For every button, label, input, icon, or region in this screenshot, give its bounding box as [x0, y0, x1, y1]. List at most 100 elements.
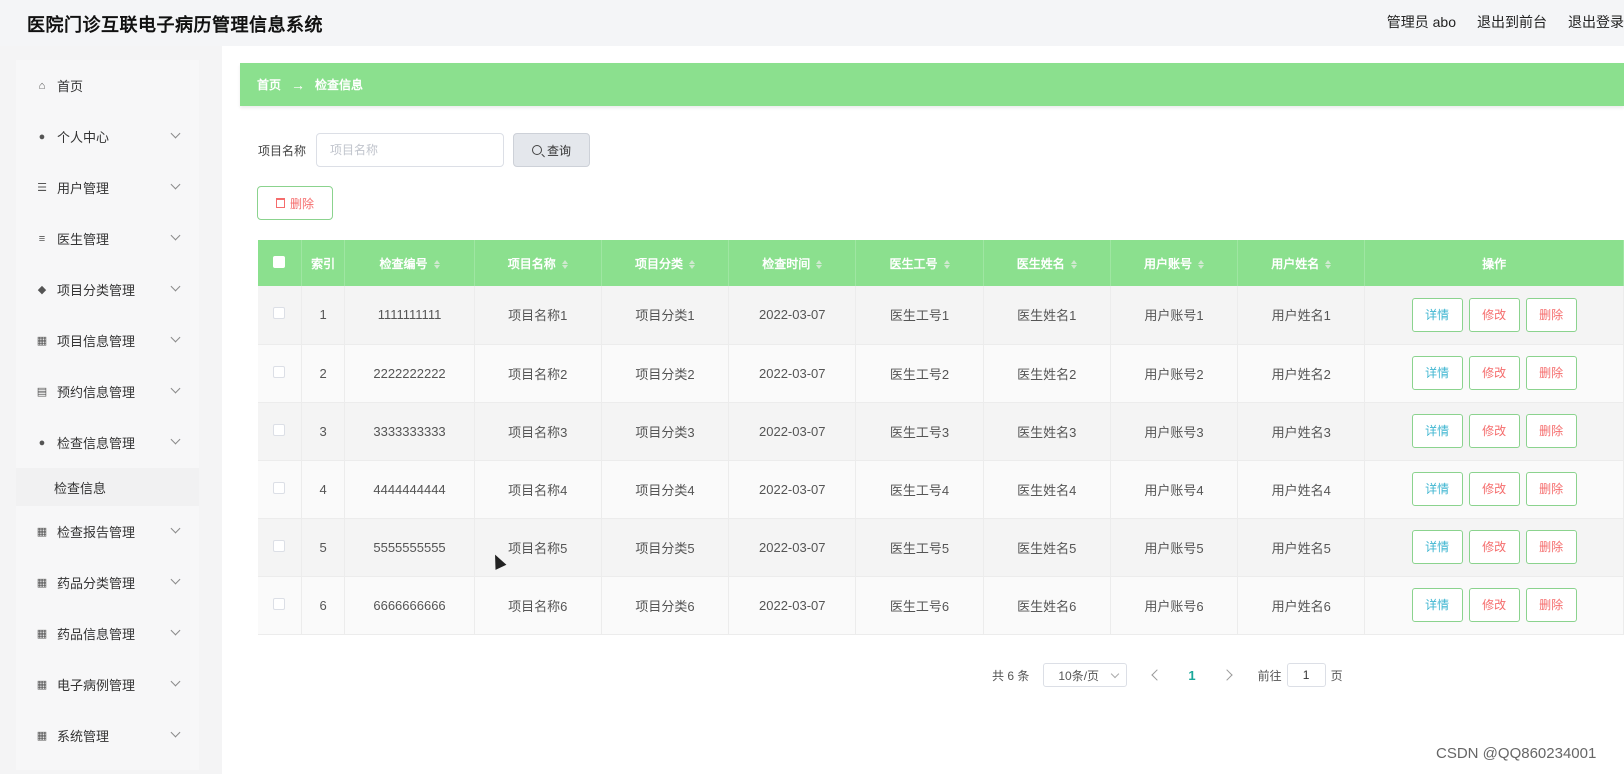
column-header[interactable]: 检查编号 [344, 240, 475, 286]
batch-delete-button[interactable]: 删除 [257, 186, 333, 220]
delete-button[interactable]: 删除 [1525, 588, 1577, 622]
row-checkbox[interactable] [273, 481, 286, 494]
delete-button[interactable]: 删除 [1525, 414, 1577, 448]
row-select-cell[interactable] [258, 402, 302, 461]
sidebar-item[interactable]: ● 检查信息管理 [16, 417, 199, 468]
table-cell: 5 [301, 518, 346, 577]
detail-button[interactable]: 详情 [1411, 414, 1463, 448]
sort-icon[interactable] [943, 259, 950, 269]
column-header[interactable]: 用户姓名 [1237, 240, 1366, 286]
column-header[interactable]: 用户账号 [1110, 240, 1239, 286]
goto-page-input[interactable] [1286, 663, 1326, 687]
table-cell: 用户账号6 [1110, 576, 1239, 635]
detail-button[interactable]: 详情 [1411, 588, 1463, 622]
row-checkbox[interactable] [273, 597, 286, 610]
row-checkbox[interactable] [273, 539, 286, 552]
row-checkbox[interactable] [273, 307, 286, 320]
breadcrumb-current: 检查信息 [315, 78, 364, 92]
row-select-cell[interactable] [258, 344, 302, 403]
sidebar-subitem[interactable]: 检查信息 [16, 468, 199, 506]
detail-button[interactable]: 详情 [1411, 472, 1463, 506]
sidebar-item[interactable]: ▦ 药品分类管理 [16, 557, 199, 608]
sort-icon[interactable] [1325, 259, 1332, 269]
column-header[interactable]: 医生姓名 [983, 240, 1111, 286]
sidebar-item[interactable]: ▦ 检查报告管理 [16, 506, 199, 557]
breadcrumb: 首页 → 检查信息 [240, 63, 1624, 106]
search-button[interactable]: 查询 [513, 133, 590, 167]
sidebar-item[interactable]: ☰ 用户管理 [16, 162, 199, 213]
breadcrumb-home[interactable]: 首页 [257, 76, 281, 93]
table-cell: 医生工号2 [855, 344, 984, 403]
table-cell: 用户账号1 [1110, 286, 1239, 345]
select-all-checkbox[interactable] [273, 255, 286, 268]
sort-icon[interactable] [689, 259, 696, 269]
next-page-icon[interactable] [1220, 669, 1233, 681]
column-header[interactable]: 医生工号 [855, 240, 984, 286]
sort-icon[interactable] [816, 259, 823, 269]
grid-icon: ▦ [36, 679, 48, 691]
row-select-cell[interactable] [258, 286, 302, 345]
column-header-label: 项目名称 [507, 256, 556, 271]
delete-button[interactable]: 删除 [1525, 356, 1577, 390]
page-size-select[interactable]: 10条/页 [1043, 663, 1128, 687]
back-to-front-link[interactable]: 退出到前台 [1477, 12, 1547, 32]
current-page[interactable]: 1 [1188, 668, 1195, 683]
row-checkbox[interactable] [273, 423, 286, 436]
table-cell: 医生工号4 [855, 460, 984, 519]
edit-button[interactable]: 修改 [1468, 530, 1520, 564]
sidebar-item-label: 项目信息管理 [57, 334, 136, 349]
table-row: 4 4444444444 项目名称4 项目分类4 2022-03-07 医生工号4 医生姓名… [258, 460, 1624, 519]
detail-button[interactable]: 详情 [1411, 297, 1463, 332]
chevron-down-icon [170, 230, 181, 241]
delete-button[interactable]: 删除 [1525, 297, 1577, 332]
sidebar-item[interactable]: ▦ 系统管理 [16, 710, 199, 761]
sidebar-item[interactable]: ≡ 医生管理 [16, 213, 199, 264]
table-cell: 医生工号3 [855, 402, 984, 461]
table-cell: 5555555555 [344, 518, 475, 577]
sidebar-item[interactable]: ▦ 电子病例管理 [16, 659, 199, 710]
column-header[interactable]: 项目分类 [601, 240, 730, 286]
table-cell: 医生姓名1 [983, 286, 1111, 345]
sort-icon[interactable] [433, 259, 440, 269]
table-cell: 医生工号5 [855, 518, 984, 577]
sidebar-item-label: 医生管理 [57, 232, 110, 247]
sidebar-item[interactable]: ◆ 项目分类管理 [16, 264, 199, 315]
table-cell: 2022-03-07 [728, 576, 857, 635]
edit-button[interactable]: 修改 [1468, 356, 1520, 390]
edit-button[interactable]: 修改 [1468, 472, 1520, 506]
sidebar-item[interactable]: ● 个人中心 [16, 111, 199, 162]
column-header[interactable]: 项目名称 [474, 240, 602, 286]
sidebar-item-label: 药品信息管理 [57, 627, 136, 642]
search-input[interactable] [316, 133, 504, 167]
sidebar-item-label: 系统管理 [57, 729, 110, 744]
prev-page-icon[interactable] [1151, 669, 1164, 681]
row-select-cell[interactable] [258, 518, 302, 577]
detail-button[interactable]: 详情 [1411, 530, 1463, 564]
delete-button[interactable]: 删除 [1525, 472, 1577, 506]
sidebar-item[interactable]: ▦ 项目信息管理 [16, 315, 199, 366]
row-checkbox[interactable] [273, 365, 286, 378]
sidebar-item[interactable]: ⌂ 首页 [16, 60, 199, 111]
detail-button[interactable]: 详情 [1411, 356, 1463, 390]
row-select-cell[interactable] [258, 460, 302, 519]
select-all-cell[interactable] [258, 240, 302, 286]
table-cell: 用户账号2 [1110, 344, 1239, 403]
table-cell: 2022-03-07 [728, 286, 857, 345]
table-cell: 项目分类5 [601, 518, 730, 577]
pagination-total: 共 6 条 [992, 668, 1030, 683]
edit-button[interactable]: 修改 [1468, 297, 1520, 332]
row-select-cell[interactable] [258, 576, 302, 635]
edit-button[interactable]: 修改 [1468, 588, 1520, 622]
logout-link[interactable]: 退出登录 [1568, 12, 1624, 32]
edit-button[interactable]: 修改 [1468, 414, 1520, 448]
sidebar-item[interactable]: ▦ 药品信息管理 [16, 608, 199, 659]
sort-icon[interactable] [561, 259, 568, 269]
chevron-down-icon [170, 281, 181, 292]
sidebar-item[interactable]: ▤ 预约信息管理 [16, 366, 199, 417]
delete-button[interactable]: 删除 [1525, 530, 1577, 564]
sort-icon[interactable] [1197, 259, 1204, 269]
user-icon: ● [38, 130, 46, 143]
sort-icon[interactable] [1070, 259, 1077, 269]
column-header[interactable]: 检查时间 [728, 240, 857, 286]
column-header-label: 操作 [1482, 256, 1507, 271]
